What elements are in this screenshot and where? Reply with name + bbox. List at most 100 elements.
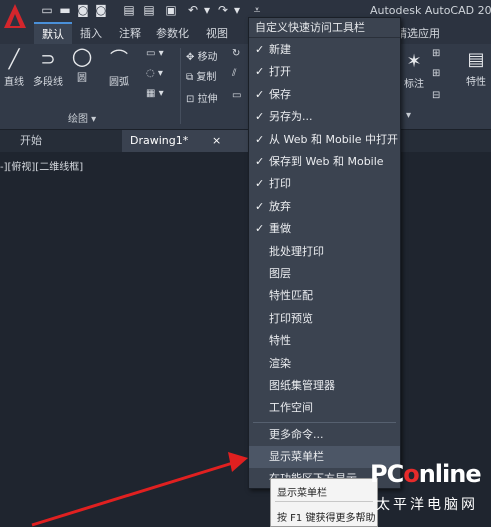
menu-item-open-from-web[interactable]: ✓ 从 Web 和 Mobile 中打开 [249, 129, 400, 151]
checkmark-icon: ✓ [255, 132, 265, 146]
menu-item-more-commands[interactable]: 更多命令... [249, 424, 400, 446]
tab-parametric[interactable]: 参数化 [156, 25, 189, 41]
menu-item-label: 图纸集管理器 [269, 379, 335, 392]
copy-button[interactable]: ⧉ 复制 [186, 68, 216, 83]
menu-item-label: 另存为... [269, 110, 313, 124]
new-file-icon[interactable]: ▭ [40, 3, 54, 17]
properties-tool[interactable]: ▤ 特性 [462, 49, 490, 89]
menu-item-workspace[interactable]: 工作空间 [249, 397, 400, 419]
menu-item-label: 放弃 [269, 199, 291, 213]
arc-tool[interactable]: ⌒ 圆弧 [104, 50, 134, 89]
web-save-icon[interactable]: ▤ [142, 3, 156, 17]
scale-icon[interactable]: ▭ [232, 90, 241, 101]
menu-item-label: 重做 [269, 222, 291, 236]
menu-item-match-properties[interactable]: 特性匹配 [249, 285, 400, 307]
line-tool[interactable]: ╱ 直线 [2, 49, 26, 89]
menu-item-redo[interactable]: ✓ 重做 [249, 218, 400, 240]
undo-icon[interactable]: ↶ [186, 3, 200, 17]
web-open-icon[interactable]: ▤ [122, 3, 136, 17]
save-as-icon[interactable]: ◙ [94, 3, 108, 17]
checkmark-icon: ✓ [255, 199, 265, 213]
table-icon[interactable]: ⊞ [432, 48, 440, 59]
circle-icon: ○ [71, 42, 93, 70]
document-tabs: 开始 Drawing1* × [0, 130, 491, 152]
watermark-subtitle: 太平洋电脑网 [376, 497, 478, 513]
tooltip: 显示菜单栏 按 F1 键获得更多帮助 [270, 478, 378, 527]
pconline-watermark: PConline 太平洋电脑网 [370, 458, 491, 527]
menu-item-label: 渲染 [269, 356, 291, 370]
menu-item-batch-plot[interactable]: 批处理打印 [249, 241, 400, 263]
undo-dropdown-icon[interactable]: ▾ [200, 3, 214, 17]
open-folder-icon[interactable]: ▬ [58, 3, 72, 17]
dimension-tool[interactable]: ✶ 标注 [400, 51, 428, 91]
menu-item-label: 显示菜单栏 [269, 450, 324, 463]
tooltip-help: 按 F1 键获得更多帮助 [277, 513, 376, 524]
annotation-icon[interactable]: ⊟ [432, 90, 440, 101]
circle-tool[interactable]: ○ 圆 [68, 42, 96, 84]
draw-panel-label[interactable]: 绘图 ▾ [68, 110, 96, 125]
stretch-icon: ⊡ [186, 94, 198, 105]
close-tab-icon[interactable]: × [212, 130, 221, 152]
tab-start[interactable]: 开始 [12, 130, 50, 152]
redo-dropdown-icon[interactable]: ▾ [230, 3, 244, 17]
tab-insert[interactable]: 插入 [80, 25, 102, 41]
hatch-icon[interactable]: ▦ ▾ [146, 88, 164, 99]
checkmark-icon: ✓ [255, 43, 265, 56]
checkmark-icon: ✓ [255, 155, 265, 168]
polyline-tool[interactable]: ⊃ 多段线 [30, 50, 66, 89]
move-button[interactable]: ✥ 移动 [186, 48, 218, 63]
checkmark-icon: ✓ [255, 87, 265, 101]
menu-item-label: 工作空间 [269, 401, 313, 415]
menu-item-label: 更多命令... [269, 428, 324, 441]
tab-view[interactable]: 视图 [206, 25, 228, 41]
ellipse-icon[interactable]: ◌ ▾ [146, 68, 163, 79]
menu-item-label: 图层 [269, 267, 291, 280]
menu-item-sheet-set-manager[interactable]: 图纸集管理器 [249, 375, 400, 397]
save-icon[interactable]: ◙ [76, 3, 90, 17]
stretch-button[interactable]: ⊡ 拉伸 [186, 90, 218, 105]
tab-featured-apps[interactable]: 精选应用 [396, 25, 440, 41]
menu-item-label: 新建 [269, 43, 291, 56]
menu-item-save-as[interactable]: ✓ 另存为... [249, 106, 400, 128]
menu-item-save-to-web[interactable]: ✓ 保存到 Web 和 Mobile [249, 151, 400, 173]
tooltip-title: 显示菜单栏 [277, 488, 327, 499]
move-icon: ✥ [186, 52, 198, 63]
app-title: Autodesk AutoCAD 202 [370, 4, 491, 17]
menu-item-label: 打印预览 [269, 311, 313, 325]
copy-icon: ⧉ [186, 72, 197, 83]
print-icon[interactable]: ▣ [164, 3, 178, 17]
menu-item-properties[interactable]: 特性 [249, 330, 400, 352]
dimension-icon: ✶ [406, 51, 422, 72]
tab-annotate[interactable]: 注释 [119, 25, 141, 41]
autocad-logo[interactable] [0, 0, 30, 44]
menu-item-save[interactable]: ✓ 保存 [249, 84, 400, 106]
menu-item-layer[interactable]: 图层 [249, 263, 400, 285]
layer-icon: ▤ [467, 49, 485, 70]
viewport-label[interactable]: -][俯视][二维线框] [0, 158, 83, 173]
checkmark-icon: ✓ [255, 222, 265, 236]
annotation-panel-dropdown[interactable]: ▾ [406, 110, 411, 121]
menu-item-open[interactable]: ✓ 打开 [249, 61, 400, 83]
checkmark-icon: ✓ [255, 65, 265, 79]
mirror-icon[interactable]: ⫽ [232, 68, 236, 79]
leader-icon[interactable]: ⊞ [432, 68, 440, 79]
rotate-icon[interactable]: ↻ [232, 48, 240, 59]
rectangle-icon[interactable]: ▭ ▾ [146, 48, 164, 59]
tab-default[interactable]: 默认 [34, 22, 72, 44]
menu-item-label: 打开 [269, 65, 291, 79]
menu-item-label: 从 Web 和 Mobile 中打开 [269, 132, 399, 146]
redo-icon[interactable]: ↷ [216, 3, 230, 17]
checkmark-icon: ✓ [255, 177, 265, 191]
tab-drawing1[interactable]: Drawing1* × [122, 130, 252, 152]
line-icon: ╱ [8, 49, 20, 70]
menu-item-render[interactable]: 渲染 [249, 353, 400, 375]
menu-item-label: 保存到 Web 和 Mobile [269, 155, 384, 168]
title-bar: ▭ ▬ ◙ ◙ ▤ ▤ ▣ ↶ ▾ ↷ ▾ ⩡ Autodesk AutoCAD… [0, 0, 491, 22]
menu-item-undo[interactable]: ✓ 放弃 [249, 196, 400, 218]
menu-item-label: 特性匹配 [269, 289, 313, 303]
menu-item-label: 打印 [269, 177, 291, 191]
menu-item-plot-preview[interactable]: 打印预览 [249, 308, 400, 330]
menu-item-new[interactable]: ✓ 新建 [249, 39, 400, 61]
customize-dropdown-icon[interactable]: ⩡ [250, 3, 264, 17]
menu-item-print[interactable]: ✓ 打印 [249, 173, 400, 195]
